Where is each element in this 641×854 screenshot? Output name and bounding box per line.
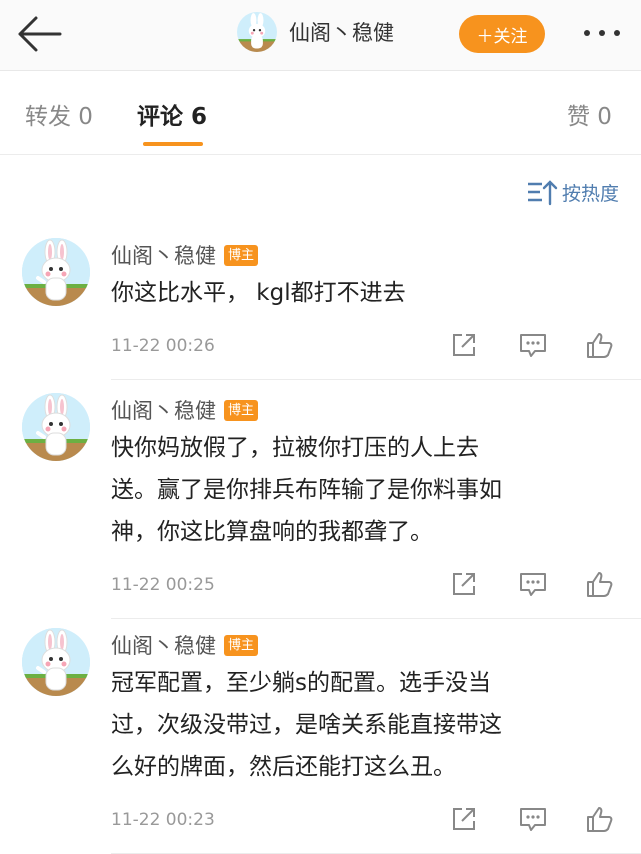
tab-bar: 转发 0 评论 6 赞 0 xyxy=(0,70,641,155)
tab-repost[interactable]: 转发 0 xyxy=(25,97,93,131)
reply-icon[interactable] xyxy=(518,570,548,602)
header-user-name[interactable]: 仙阁丶稳健 xyxy=(289,17,394,47)
comment-user-name[interactable]: 仙阁丶稳健 xyxy=(111,240,216,270)
comment-divider xyxy=(111,618,641,619)
header-user[interactable]: 仙阁丶稳健 xyxy=(237,12,394,52)
comment-user-name[interactable]: 仙阁丶稳健 xyxy=(111,395,216,425)
comment-user-name[interactable]: 仙阁丶稳健 xyxy=(111,630,216,660)
comment-text: 你这比水平， kgl都打不进去 xyxy=(111,272,611,314)
comment-text-line: 你这比水平， kgl都打不进去 xyxy=(111,280,406,306)
reply-icon[interactable] xyxy=(518,331,548,363)
comment-actions xyxy=(450,331,620,361)
sort-label[interactable]: 按热度 xyxy=(562,179,619,206)
author-badge: 博主 xyxy=(224,399,259,421)
share-icon[interactable] xyxy=(450,570,478,602)
author-badge: 博主 xyxy=(224,244,259,266)
comment-text: 冠军配置，至少躺s的配置。选手没当 过，次级没带过，是啥关系能直接带这 么好的牌面，… xyxy=(111,662,611,788)
comment-avatar[interactable] xyxy=(22,393,90,461)
comment-avatar[interactable] xyxy=(22,238,90,306)
comment-text-line: 神，你这比算盘响的我都聋了。 xyxy=(111,519,433,545)
comment-text-line: 快你妈放假了，拉被你打压的人上去 xyxy=(111,435,479,461)
back-arrow-icon[interactable] xyxy=(16,15,62,53)
comment-actions xyxy=(450,805,620,835)
comment-divider xyxy=(111,379,641,380)
comment-text-line: 过，次级没带过，是啥关系能直接带这 xyxy=(111,712,502,738)
follow-button[interactable]: ＋关注 xyxy=(459,15,545,53)
comment-actions xyxy=(450,570,620,600)
comment-time: 11-22 00:23 xyxy=(111,810,215,830)
active-tab-indicator xyxy=(143,142,203,146)
comment-text: 快你妈放假了，拉被你打压的人上去 送。赢了是你排兵布阵输了是你料事如 神，你这比算盘… xyxy=(111,427,611,553)
header-avatar[interactable] xyxy=(237,12,277,52)
comment-text-line: 送。赢了是你排兵布阵输了是你料事如 xyxy=(111,477,502,503)
comment-avatar[interactable] xyxy=(22,628,90,696)
comment-time: 11-22 00:26 xyxy=(111,336,215,356)
share-icon[interactable] xyxy=(450,331,478,363)
more-icon[interactable] xyxy=(580,26,624,40)
top-bar: 仙阁丶稳健 ＋关注 xyxy=(0,0,641,71)
like-icon[interactable] xyxy=(584,805,614,837)
comment-text-line: 冠军配置，至少躺s的配置。选手没当 xyxy=(111,670,491,696)
sort-icon xyxy=(527,180,558,206)
like-icon[interactable] xyxy=(584,331,614,363)
comment-text-line: 么好的牌面，然后还能打这么丑。 xyxy=(111,754,456,780)
comment-time: 11-22 00:25 xyxy=(111,575,215,595)
author-badge: 博主 xyxy=(224,634,259,656)
tab-like[interactable]: 赞 0 xyxy=(567,97,612,131)
reply-icon[interactable] xyxy=(518,805,548,837)
sort-button[interactable]: 按热度 xyxy=(526,178,619,206)
tab-comment[interactable]: 评论 6 xyxy=(137,97,207,131)
share-icon[interactable] xyxy=(450,805,478,837)
like-icon[interactable] xyxy=(584,570,614,602)
